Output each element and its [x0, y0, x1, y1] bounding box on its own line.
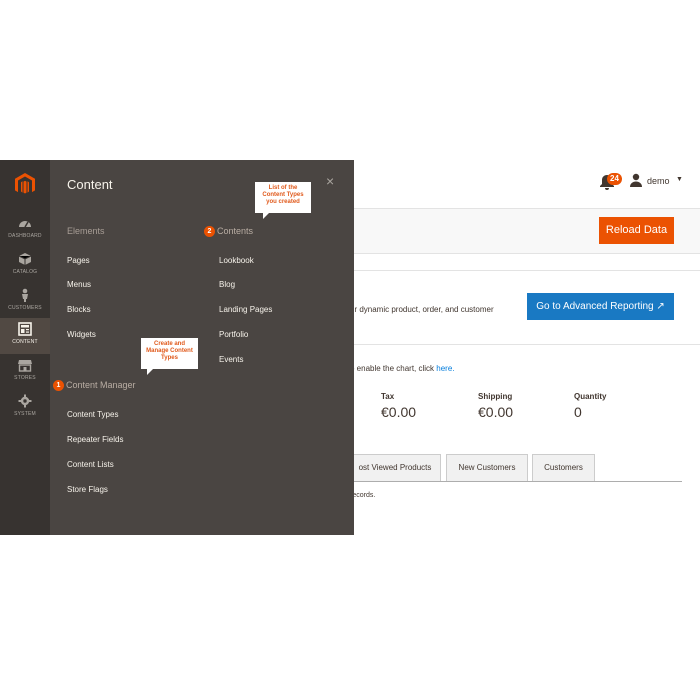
- sidebar-item-label: SYSTEM: [14, 411, 36, 417]
- chevron-down-icon[interactable]: ▼: [676, 176, 683, 183]
- callout-content-types-list: List of the Content Types you created: [255, 182, 311, 219]
- content-icon: [18, 322, 32, 336]
- sidebar-item-label: CONTENT: [12, 339, 38, 345]
- step-marker-2: 2: [204, 226, 215, 237]
- chart-disabled-message: o enable the chart, click here.: [350, 364, 455, 373]
- menu-item-repeater-fields[interactable]: Repeater Fields: [67, 435, 123, 444]
- tab-customers[interactable]: Customers: [532, 454, 595, 482]
- tab-most-viewed-products[interactable]: ost Viewed Products: [350, 454, 441, 482]
- notification-count-badge: 24: [607, 173, 622, 185]
- stat-value: €0.00: [478, 404, 514, 420]
- sidebar-item-label: CATALOG: [12, 269, 38, 275]
- sidebar-item-catalog[interactable]: CATALOG: [0, 248, 50, 284]
- close-icon[interactable]: ×: [326, 173, 334, 189]
- section-title-content-manager: Content Manager: [66, 380, 136, 390]
- stat-shipping: Shipping €0.00: [478, 392, 513, 420]
- catalog-icon: [18, 253, 32, 265]
- sidebar-item-customers[interactable]: CUSTOMERS: [0, 284, 50, 320]
- customers-icon: [22, 288, 28, 302]
- menu-item-lookbook[interactable]: Lookbook: [219, 256, 254, 265]
- menu-item-pages[interactable]: Pages: [67, 256, 90, 265]
- tab-new-customers[interactable]: New Customers: [446, 454, 528, 482]
- sidebar-item-label: DASHBOARD: [8, 233, 42, 239]
- sidebar-item-stores[interactable]: STORES: [0, 354, 50, 390]
- sidebar-item-label: CUSTOMERS: [8, 305, 42, 311]
- menu-item-landing-pages[interactable]: Landing Pages: [219, 305, 272, 314]
- dashboard-icon: [19, 221, 31, 228]
- callout-manage-content-types: Create and Manage Content Types: [141, 338, 198, 375]
- stat-tax: Tax €0.00: [381, 392, 416, 420]
- content-flyout-menu: Content × Elements Pages Menus Blocks Wi…: [50, 160, 354, 535]
- section-title-contents: Contents: [217, 226, 254, 236]
- sidebar-item-content[interactable]: CONTENT: [0, 318, 50, 354]
- flyout-title: Content: [67, 177, 113, 192]
- advanced-reporting-button[interactable]: Go to Advanced Reporting ↗: [527, 293, 674, 320]
- menu-item-blocks[interactable]: Blocks: [67, 305, 91, 314]
- stat-value: €0.00: [381, 404, 417, 420]
- menu-item-widgets[interactable]: Widgets: [67, 330, 96, 339]
- sidebar-item-system[interactable]: SYSTEM: [0, 390, 50, 426]
- step-marker-1: 1: [53, 380, 64, 391]
- stat-value: 0: [574, 404, 582, 420]
- tabs-underline: [350, 481, 682, 482]
- gear-icon: [18, 394, 32, 408]
- menu-item-store-flags[interactable]: Store Flags: [67, 485, 108, 494]
- admin-window: 24 demo ▼ Reload Data ur dynamic product…: [0, 160, 700, 535]
- stat-label: Shipping: [478, 392, 513, 401]
- sidebar-item-dashboard[interactable]: DASHBOARD: [0, 212, 50, 248]
- stat-quantity: Quantity 0: [574, 392, 606, 420]
- menu-item-events[interactable]: Events: [219, 355, 243, 364]
- admin-sidebar: DASHBOARD CATALOG CUSTOMERS CONTENT STOR…: [0, 160, 50, 535]
- reload-data-button[interactable]: Reload Data: [599, 217, 674, 244]
- magento-logo-icon[interactable]: [13, 172, 37, 196]
- menu-item-content-lists[interactable]: Content Lists: [67, 460, 114, 469]
- stat-label: Tax: [381, 392, 395, 401]
- stores-icon: [18, 360, 32, 372]
- user-name[interactable]: demo: [647, 176, 670, 186]
- enable-chart-link[interactable]: here.: [436, 364, 454, 373]
- menu-item-menus[interactable]: Menus: [67, 280, 91, 289]
- section-title-elements: Elements: [67, 226, 105, 236]
- advanced-reporting-description: ur dynamic product, order, and customer: [350, 305, 494, 314]
- menu-item-portfolio[interactable]: Portfolio: [219, 330, 248, 339]
- sidebar-item-label: STORES: [14, 375, 36, 381]
- stat-label: Quantity: [574, 392, 607, 401]
- user-icon[interactable]: [629, 173, 643, 187]
- chart-message-text: o enable the chart, click: [350, 364, 437, 373]
- menu-item-blog[interactable]: Blog: [219, 280, 235, 289]
- menu-item-content-types[interactable]: Content Types: [67, 410, 118, 419]
